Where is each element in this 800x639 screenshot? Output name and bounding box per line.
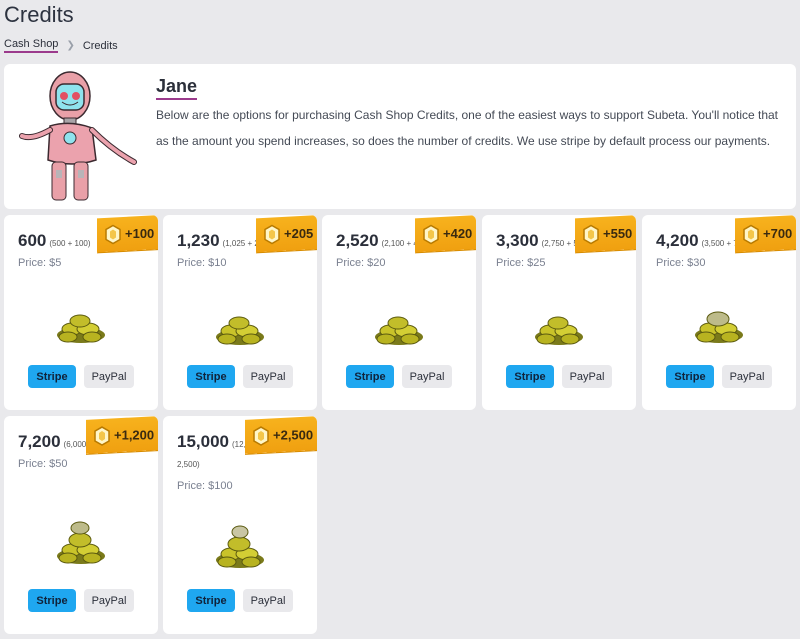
coin-pile-icon (57, 521, 105, 564)
credit-coin-icon (94, 426, 110, 446)
stripe-button[interactable]: Stripe (506, 365, 554, 388)
intro-panel: Jane Below are the options for purchasin… (4, 64, 796, 209)
bonus-ribbon: +550 (574, 215, 636, 253)
coin-pile-icon (216, 316, 264, 345)
coin-pile-icon (695, 311, 743, 343)
credit-coin-icon (582, 224, 599, 245)
package-card: 7,200(6,000 + 1,200) +1,200 Price: $50 S… (4, 416, 158, 634)
package-card: 4,200 (3,500 + 700) +700 Price: $30 Strip… (642, 215, 796, 410)
intro-text: Below are the options for purchasing Cas… (156, 108, 779, 148)
stripe-button[interactable]: Stripe (187, 589, 235, 612)
bonus-ribbon: +205 (255, 215, 317, 253)
credit-coin-icon (104, 224, 121, 245)
paypal-button[interactable]: PayPal (722, 365, 772, 388)
stripe-button[interactable]: Stripe (28, 365, 76, 388)
coin-pile-icon (535, 316, 583, 345)
paypal-button[interactable]: PayPal (243, 589, 293, 612)
price: Price: $25 (496, 257, 546, 269)
stripe-button[interactable]: Stripe (666, 365, 714, 388)
credit-amount: 600 (500 + 100) (18, 231, 91, 250)
stripe-button[interactable]: Stripe (187, 365, 235, 388)
credit-coin-icon (253, 426, 269, 446)
price: Price: $50 (18, 458, 68, 470)
coin-pile-icon (57, 314, 105, 343)
package-card: 3,300 (2,750 + 550) +550 Price: $25 Strip… (482, 215, 636, 410)
price: Price: $20 (336, 257, 386, 269)
paypal-button[interactable]: PayPal (243, 365, 293, 388)
bonus-ribbon: +1,200 (85, 416, 158, 454)
price: Price: $100 (177, 480, 233, 492)
stripe-button[interactable]: Stripe (28, 589, 76, 612)
coin-pile-icon (216, 525, 264, 568)
bonus-ribbon: +420 (414, 215, 476, 253)
credit-coin-icon (263, 224, 280, 245)
credit-breakdown-continued: 2,500) (177, 460, 200, 469)
breadcrumb-current: Credits (82, 39, 118, 52)
paypal-button[interactable]: PayPal (84, 589, 134, 612)
package-card: 15,000(12,500 + 2,500) +2,500 Price: $10… (163, 416, 317, 634)
coin-pile-icon (375, 316, 423, 345)
breadcrumb: Cash Shop ❯ Credits (4, 38, 118, 53)
package-card: 2,520 (2,100 + 420) +420 Price: $20 Strip… (322, 215, 476, 410)
page-title: Credits (4, 2, 74, 27)
stripe-button[interactable]: Stripe (346, 365, 394, 388)
price: Price: $30 (656, 257, 706, 269)
chevron-right-icon: ❯ (66, 40, 75, 51)
paypal-button[interactable]: PayPal (84, 365, 134, 388)
paypal-button[interactable]: PayPal (402, 365, 452, 388)
credit-coin-icon (742, 224, 759, 245)
package-card: 1,230 (1,025 + 205) +205 Price: $10 Strip… (163, 215, 317, 410)
jane-robot-avatar (19, 71, 137, 201)
bonus-ribbon: +2,500 (244, 416, 317, 454)
credit-coin-icon (422, 224, 439, 245)
price: Price: $10 (177, 257, 227, 269)
bonus-ribbon: +700 (734, 215, 796, 253)
price: Price: $5 (18, 257, 62, 269)
intro-name: Jane (156, 76, 198, 100)
package-card: 600 (500 + 100) +100 Price: $5 Stripe Pay… (4, 215, 158, 410)
credit-breakdown: (500 + 100) (49, 239, 91, 248)
breadcrumb-cash-shop[interactable]: Cash Shop (4, 38, 59, 53)
bonus-ribbon: +100 (96, 215, 158, 253)
paypal-button[interactable]: PayPal (562, 365, 612, 388)
